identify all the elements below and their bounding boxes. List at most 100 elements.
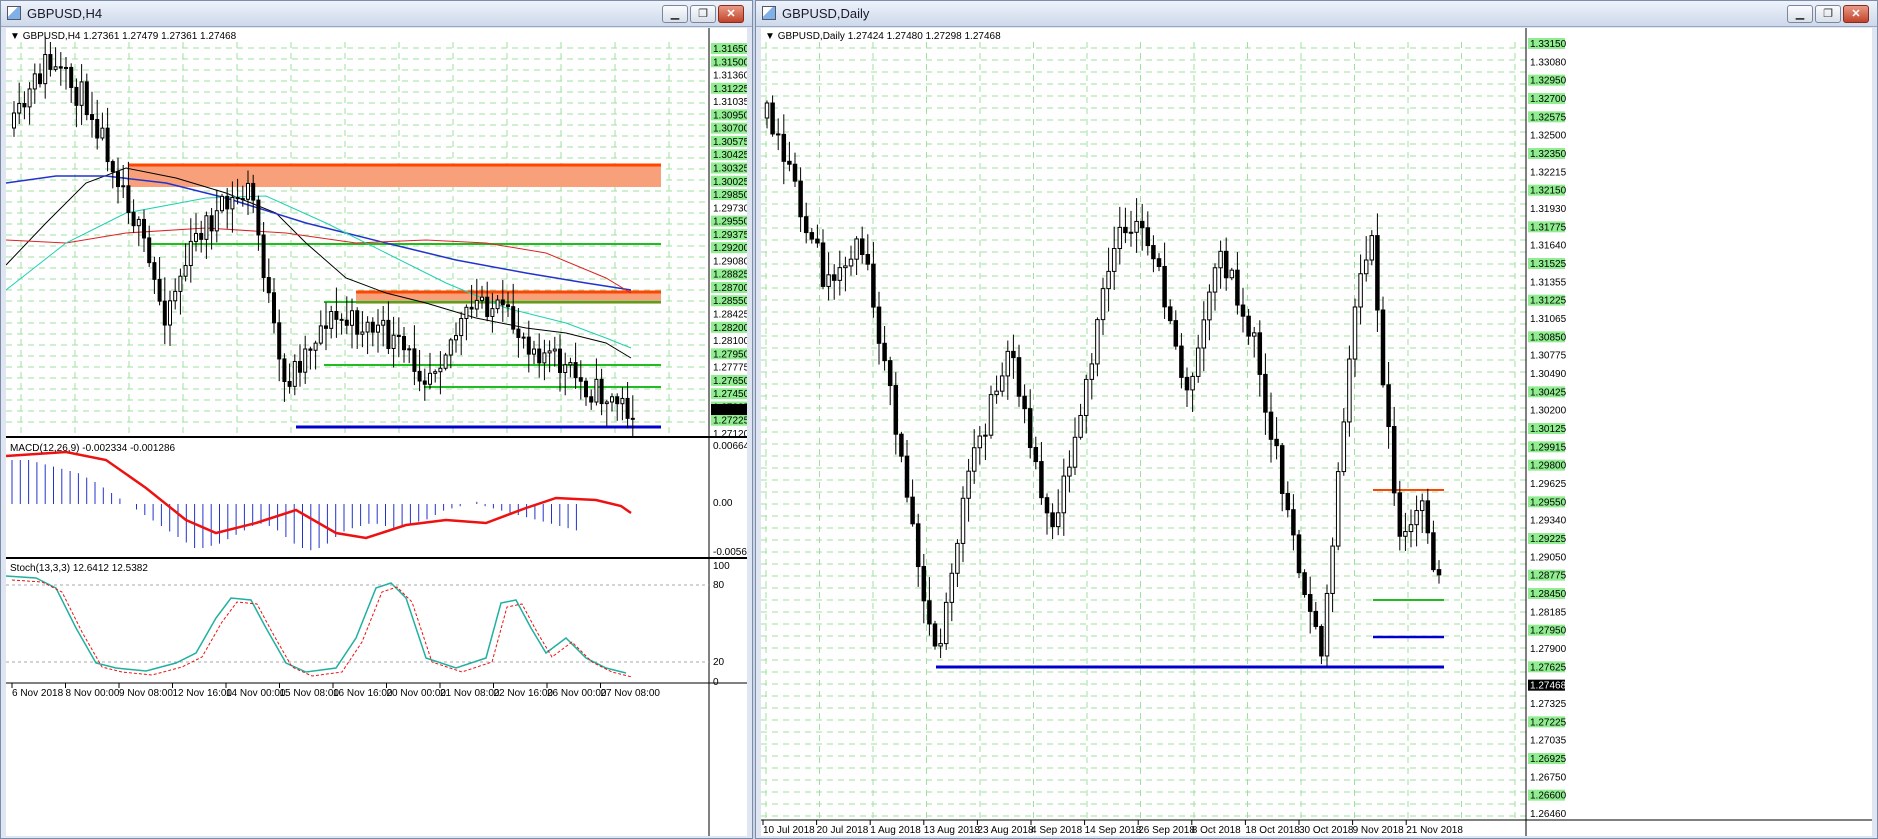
daily-chart-area[interactable]: 1.33150 1.33080 1.32950 1.32700 1.32575 1.325… bbox=[761, 28, 1872, 836]
daily-candle bbox=[1167, 306, 1173, 322]
dropdown-arrow-icon[interactable]: ▼ bbox=[10, 31, 23, 42]
daily-candle bbox=[820, 242, 826, 287]
price-tick-label: 1.31500 bbox=[713, 57, 747, 68]
daily-candle bbox=[781, 133, 787, 162]
daily-candle bbox=[1235, 269, 1240, 306]
h4-candle bbox=[69, 66, 74, 88]
time-tick-label: 9 Nov 2018 bbox=[1353, 825, 1405, 836]
h4-chart-area[interactable]: 1.31650 1.31500 1.31360 1.31225 1.31035 1.309… bbox=[6, 28, 747, 836]
h4-candle bbox=[261, 234, 266, 278]
price-tick-label: 1.31525 bbox=[1530, 259, 1567, 270]
chart-window-icon bbox=[762, 6, 776, 20]
h4-candle bbox=[308, 348, 313, 351]
h4-candle bbox=[381, 319, 386, 326]
daily-candle bbox=[1274, 438, 1279, 447]
restore-button[interactable]: ❐ bbox=[690, 5, 716, 23]
chart-window-icon bbox=[7, 6, 21, 20]
h4-chart-window[interactable]: GBPUSD,H4 ▁ ❐ ✕ 1.31650 1.31500 1.31360 1.3… bbox=[0, 0, 753, 839]
price-tick-label: 1.28550 bbox=[713, 296, 747, 307]
daily-candle bbox=[1139, 220, 1145, 229]
restore-button[interactable]: ❐ bbox=[1815, 5, 1841, 23]
h4-candle bbox=[485, 296, 490, 317]
h4-candle bbox=[594, 378, 599, 403]
daily-candle bbox=[865, 254, 871, 265]
daily-candle bbox=[1005, 350, 1011, 377]
h4-titlebar[interactable]: GBPUSD,H4 ▁ ❐ ✕ bbox=[1, 1, 752, 27]
h4-candle bbox=[480, 296, 484, 301]
price-tick-label: 1.31065 bbox=[1530, 314, 1567, 325]
price-tick-label: 1.26750 bbox=[1530, 772, 1567, 783]
daily-candle bbox=[1257, 332, 1263, 375]
daily-candle bbox=[999, 375, 1005, 392]
h4-candle bbox=[110, 161, 115, 173]
h4-candle bbox=[443, 354, 448, 369]
daily-candle bbox=[977, 435, 983, 449]
dropdown-arrow-icon[interactable]: ▼ bbox=[765, 31, 778, 42]
daily-candle bbox=[787, 160, 792, 165]
daily-candle bbox=[1117, 226, 1123, 250]
close-button[interactable]: ✕ bbox=[1843, 5, 1869, 23]
price-tick-label: 1.32575 bbox=[1530, 112, 1567, 123]
daily-candle bbox=[1363, 259, 1369, 275]
h4-candle bbox=[256, 199, 261, 236]
daily-candle bbox=[1279, 445, 1285, 494]
h4-candle bbox=[199, 232, 204, 240]
h4-candle bbox=[131, 211, 136, 227]
daily-candle bbox=[1358, 273, 1363, 308]
daily-chart-window[interactable]: GBPUSD,Daily ▁ ❐ ✕ 1.33150 1.33080 1.32950… bbox=[755, 0, 1878, 839]
price-tick-label: 1.29915 bbox=[1530, 442, 1567, 453]
price-tick-label: 1.26600 bbox=[1530, 791, 1567, 802]
daily-candle bbox=[1397, 492, 1403, 537]
daily-candle bbox=[1425, 500, 1431, 534]
price-tick-label: 1.27225 bbox=[713, 416, 747, 427]
h4-candle bbox=[230, 197, 235, 210]
minimize-button[interactable]: ▁ bbox=[662, 5, 688, 23]
daily-candle bbox=[1419, 500, 1425, 512]
daily-candle bbox=[1240, 304, 1246, 317]
daily-candle bbox=[871, 263, 876, 308]
macd-signal-line bbox=[6, 450, 632, 540]
price-tick-label: 1.27950 bbox=[1530, 626, 1567, 637]
h4-candle bbox=[500, 299, 505, 306]
price-tick-label: 1.29625 bbox=[1530, 479, 1567, 490]
h4-candle bbox=[53, 66, 58, 70]
daily-candle bbox=[882, 342, 887, 362]
h4-chart-canvas[interactable]: 1.31650 1.31500 1.31360 1.31225 1.31035 1.309… bbox=[6, 28, 747, 836]
daily-candle bbox=[1296, 534, 1302, 574]
daily-candle bbox=[1106, 270, 1111, 290]
price-tick-label: 1.27035 bbox=[1530, 736, 1567, 747]
h4-candle bbox=[355, 310, 360, 335]
daily-candle bbox=[988, 394, 994, 436]
daily-candle bbox=[966, 470, 971, 499]
daily-candle bbox=[1352, 306, 1358, 360]
current-price-marker bbox=[711, 404, 747, 415]
close-button[interactable]: ✕ bbox=[718, 5, 744, 23]
h4-candle bbox=[282, 358, 287, 382]
daily-chart-canvas[interactable]: 1.33150 1.33080 1.32950 1.32700 1.32575 1.325… bbox=[761, 28, 1872, 836]
h4-candle bbox=[162, 300, 167, 326]
h4-candle bbox=[324, 325, 328, 329]
daily-candle bbox=[1078, 414, 1083, 438]
h4-candle bbox=[589, 396, 594, 403]
h4-candle bbox=[74, 86, 79, 106]
h4-candle bbox=[142, 218, 146, 239]
price-tick-label: 1.30490 bbox=[1530, 369, 1567, 380]
daily-candle bbox=[1184, 376, 1190, 391]
daily-candle bbox=[899, 433, 904, 457]
daily-titlebar[interactable]: GBPUSD,Daily ▁ ❐ ✕ bbox=[756, 1, 1877, 27]
daily-candle bbox=[1324, 592, 1330, 657]
daily-candle bbox=[1263, 373, 1268, 413]
daily-candle bbox=[1335, 471, 1341, 547]
price-tick-label: 1.31775 bbox=[1530, 222, 1567, 233]
price-tick-label: 1.28100 bbox=[713, 336, 747, 347]
time-tick-label: 4 Sep 2018 bbox=[1031, 825, 1083, 836]
price-tick-label: 1.28425 bbox=[713, 310, 747, 321]
daily-candle bbox=[1246, 315, 1251, 337]
h4-candle bbox=[251, 182, 256, 201]
daily-candle bbox=[915, 523, 921, 568]
h4-candle bbox=[396, 334, 401, 338]
daily-candle bbox=[1089, 363, 1095, 380]
minimize-button[interactable]: ▁ bbox=[1787, 5, 1813, 23]
h4-candle bbox=[526, 336, 531, 355]
price-tick-label: 1.27120 bbox=[713, 429, 747, 440]
